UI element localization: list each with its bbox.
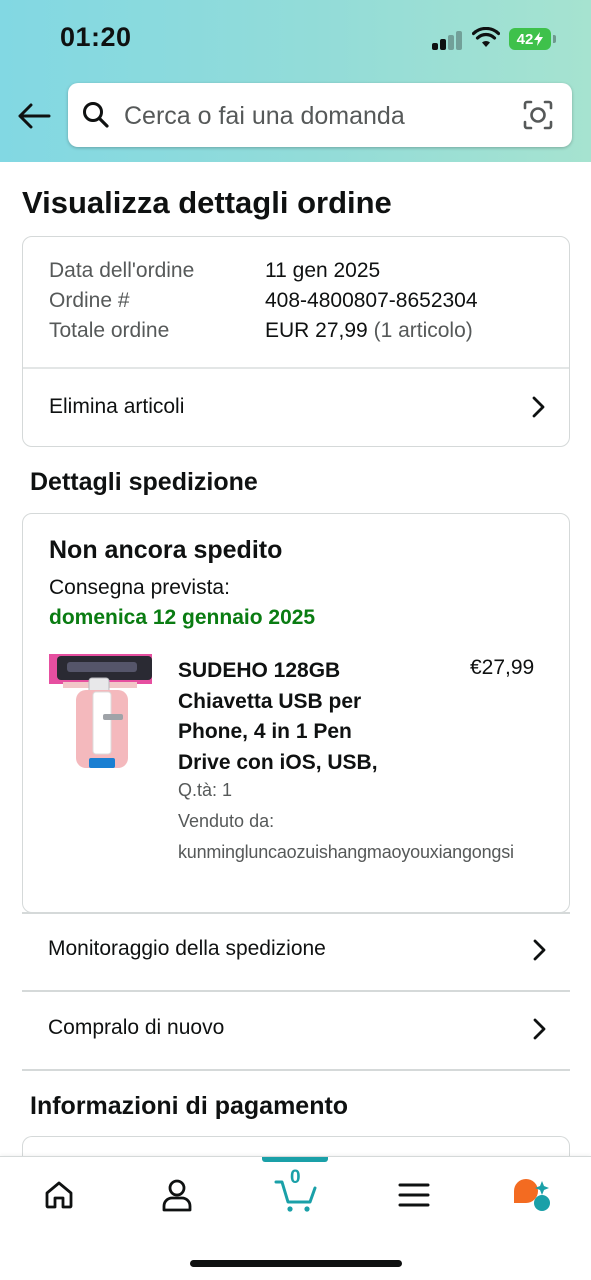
track-shipment-row[interactable]: Monitoraggio della spedizione <box>22 913 570 991</box>
search-icon <box>83 102 109 128</box>
page-title: Visualizza dettagli ordine <box>22 185 392 220</box>
product-quantity: Q.tà: 1 <box>178 780 233 800</box>
buy-again-row[interactable]: Compralo di nuovo <box>22 992 570 1070</box>
order-total-label: Totale ordine <box>49 319 170 342</box>
product-title-line: SUDEHO 128GB <box>178 659 341 682</box>
product-title-line: Drive con iOS, USB, <box>178 750 378 774</box>
camera-search-icon[interactable] <box>522 99 554 131</box>
delivery-label: Consegna prevista: <box>49 576 230 599</box>
cellular-signal-icon <box>432 30 464 50</box>
order-total-value: EUR 27,99 (1 articolo) <box>265 319 473 343</box>
cart-count-badge: 0 <box>290 1167 301 1188</box>
charging-icon <box>534 32 544 46</box>
order-summary-card: Data dell'ordine 11 gen 2025 Ordine # 40… <box>22 236 570 447</box>
sold-by-label: Venduto da: <box>178 811 275 831</box>
product-price: €27,99 <box>470 656 535 679</box>
shipment-status: Non ancora spedito <box>49 536 283 564</box>
wifi-icon <box>472 27 500 47</box>
track-shipment-label: Monitoraggio della spedizione <box>48 937 326 960</box>
delivery-date: domenica 12 gennaio 2025 <box>49 606 316 629</box>
home-indicator <box>190 1260 402 1267</box>
product-title-line: Phone, 4 in 1 Pen <box>178 720 352 743</box>
payment-section-title: Informazioni di pagamento <box>30 1092 349 1120</box>
search-input[interactable] <box>124 101 504 131</box>
chevron-right-icon <box>532 396 545 418</box>
nav-account[interactable] <box>155 1175 199 1215</box>
order-date-label: Data dell'ordine <box>49 259 195 282</box>
rufus-assistant-icon <box>514 1179 550 1211</box>
top-header: 01:20 42 <box>0 0 591 162</box>
delete-items-row[interactable]: Elimina articoli <box>23 368 569 446</box>
divider <box>22 1069 570 1071</box>
shipment-card: Non ancora spedito Consegna prevista: do… <box>22 513 570 913</box>
status-time: 01:20 <box>60 22 132 52</box>
product-title[interactable]: SUDEHO 128GB Chiavetta USB per Phone, 4 … <box>178 656 418 778</box>
battery-tip <box>553 35 556 43</box>
product-title-line: Chiavetta USB per <box>178 689 362 713</box>
order-number-value: 408-4800807-8652304 <box>265 289 478 312</box>
back-button[interactable] <box>14 96 54 136</box>
nav-menu[interactable] <box>392 1175 436 1215</box>
order-date-value: 11 gen 2025 <box>265 259 381 282</box>
back-arrow-icon <box>18 103 51 129</box>
search-bar[interactable] <box>68 83 572 147</box>
chevron-right-icon <box>533 939 546 961</box>
home-icon <box>45 1181 73 1209</box>
battery-level: 42 <box>516 30 534 48</box>
order-number-label: Ordine # <box>49 289 130 312</box>
buy-again-label: Compralo di nuovo <box>48 1016 225 1039</box>
active-tab-indicator <box>262 1157 328 1162</box>
nav-rufus-assistant[interactable] <box>510 1175 554 1215</box>
delete-items-label: Elimina articoli <box>49 395 185 418</box>
battery-indicator: 42 <box>509 28 551 50</box>
account-icon <box>162 1179 192 1212</box>
order-total-items: (1 articolo) <box>373 319 473 342</box>
chevron-right-icon <box>533 1018 546 1040</box>
seller-name[interactable]: kunminglun­caozuishangmaoyouxiangongsi <box>178 842 514 863</box>
order-total-amount: EUR 27,99 <box>265 319 368 342</box>
nav-home[interactable] <box>37 1175 81 1215</box>
product-image[interactable] <box>49 654 152 772</box>
menu-icon <box>398 1183 430 1207</box>
shipment-section-title: Dettagli spedizione <box>30 468 258 496</box>
